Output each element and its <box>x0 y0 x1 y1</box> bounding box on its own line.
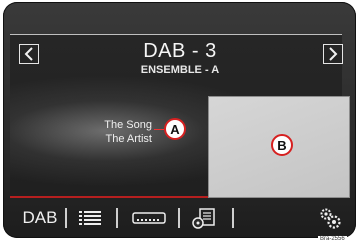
presets-button[interactable] <box>122 204 176 232</box>
presets-icon <box>132 212 166 224</box>
settings-icon <box>320 208 341 229</box>
chevron-left-icon <box>24 47 33 61</box>
toolbar-divider <box>65 208 67 228</box>
memory-card-button[interactable] <box>182 204 226 232</box>
next-station-button[interactable] <box>323 44 343 64</box>
toolbar-divider <box>178 208 180 228</box>
toolbar-divider <box>116 208 118 228</box>
ensemble-name: ENSEMBLE - A <box>140 64 220 76</box>
track-info: The Song The Artist <box>60 118 152 146</box>
callout-a-leader-line <box>154 129 164 130</box>
settings-button[interactable] <box>316 204 344 232</box>
callout-a-marker: A <box>164 118 186 140</box>
figure-reference-code: Bra-2556 <box>318 236 347 243</box>
memory-card-icon <box>192 208 215 229</box>
bottom-toolbar: DAB <box>10 202 342 232</box>
toolbar-divider <box>232 208 234 228</box>
list-icon <box>79 211 101 225</box>
station-list-button[interactable] <box>70 204 110 232</box>
artist-name: The Artist <box>105 133 152 145</box>
chevron-right-icon <box>329 47 338 61</box>
dab-source-button[interactable]: DAB <box>18 204 62 232</box>
callout-b-marker: B <box>271 134 293 156</box>
previous-station-button[interactable] <box>19 44 39 64</box>
song-title: The Song <box>104 119 152 131</box>
station-title: DAB - 3 <box>143 40 217 62</box>
